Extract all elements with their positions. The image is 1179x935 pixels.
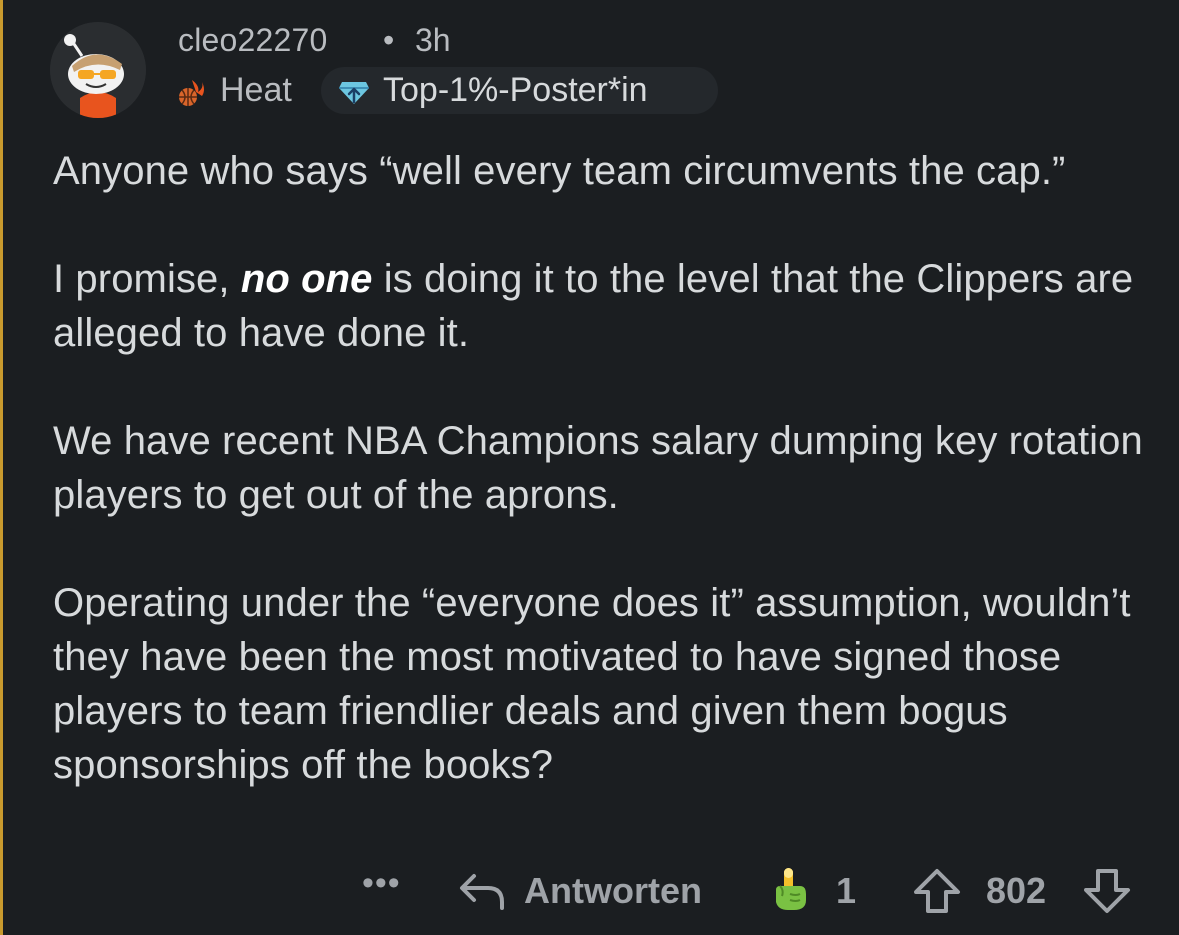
author-username[interactable]: cleo22270: [178, 22, 328, 59]
meta-separator: •: [383, 22, 395, 58]
reply-button[interactable]: Antworten: [524, 870, 702, 912]
emphasis-text: no one: [240, 257, 373, 301]
paragraph: Operating under the “everyone does it” a…: [53, 581, 1131, 787]
top-poster-diamond-icon: [339, 78, 369, 104]
downvote-arrow-icon[interactable]: [1082, 868, 1132, 914]
comment-actions: ••• Antworten 1 802: [0, 860, 1179, 920]
pointing-hand-award-icon[interactable]: [766, 866, 814, 914]
user-flair: Heat: [220, 71, 292, 109]
comment-age: 3h: [415, 22, 451, 58]
vote-score: 802: [986, 870, 1047, 911]
basketball-fire-icon: [176, 78, 206, 108]
paragraph-text: I promise,: [53, 257, 241, 301]
award-count: 1: [836, 870, 857, 911]
badge-label: Top-1%-Poster*in: [383, 71, 648, 109]
comment-body: Anyone who says “well every team circumv…: [53, 144, 1153, 792]
snoo-avatar-icon: [50, 22, 146, 118]
top-poster-badge[interactable]: Top-1%-Poster*in: [321, 67, 718, 114]
avatar[interactable]: [50, 22, 146, 118]
reply-arrow-icon[interactable]: [458, 872, 506, 912]
paragraph: Anyone who says “well every team circumv…: [53, 149, 1066, 193]
more-options-button[interactable]: •••: [362, 864, 401, 903]
paragraph: We have recent NBA Champions salary dump…: [53, 419, 1143, 517]
upvote-arrow-icon[interactable]: [912, 868, 962, 914]
comment: cleo22270 • 3h Heat Top-1%-Poster*in Any…: [0, 0, 1179, 935]
paragraph: I promise, no one is doing it to the lev…: [53, 252, 1153, 360]
